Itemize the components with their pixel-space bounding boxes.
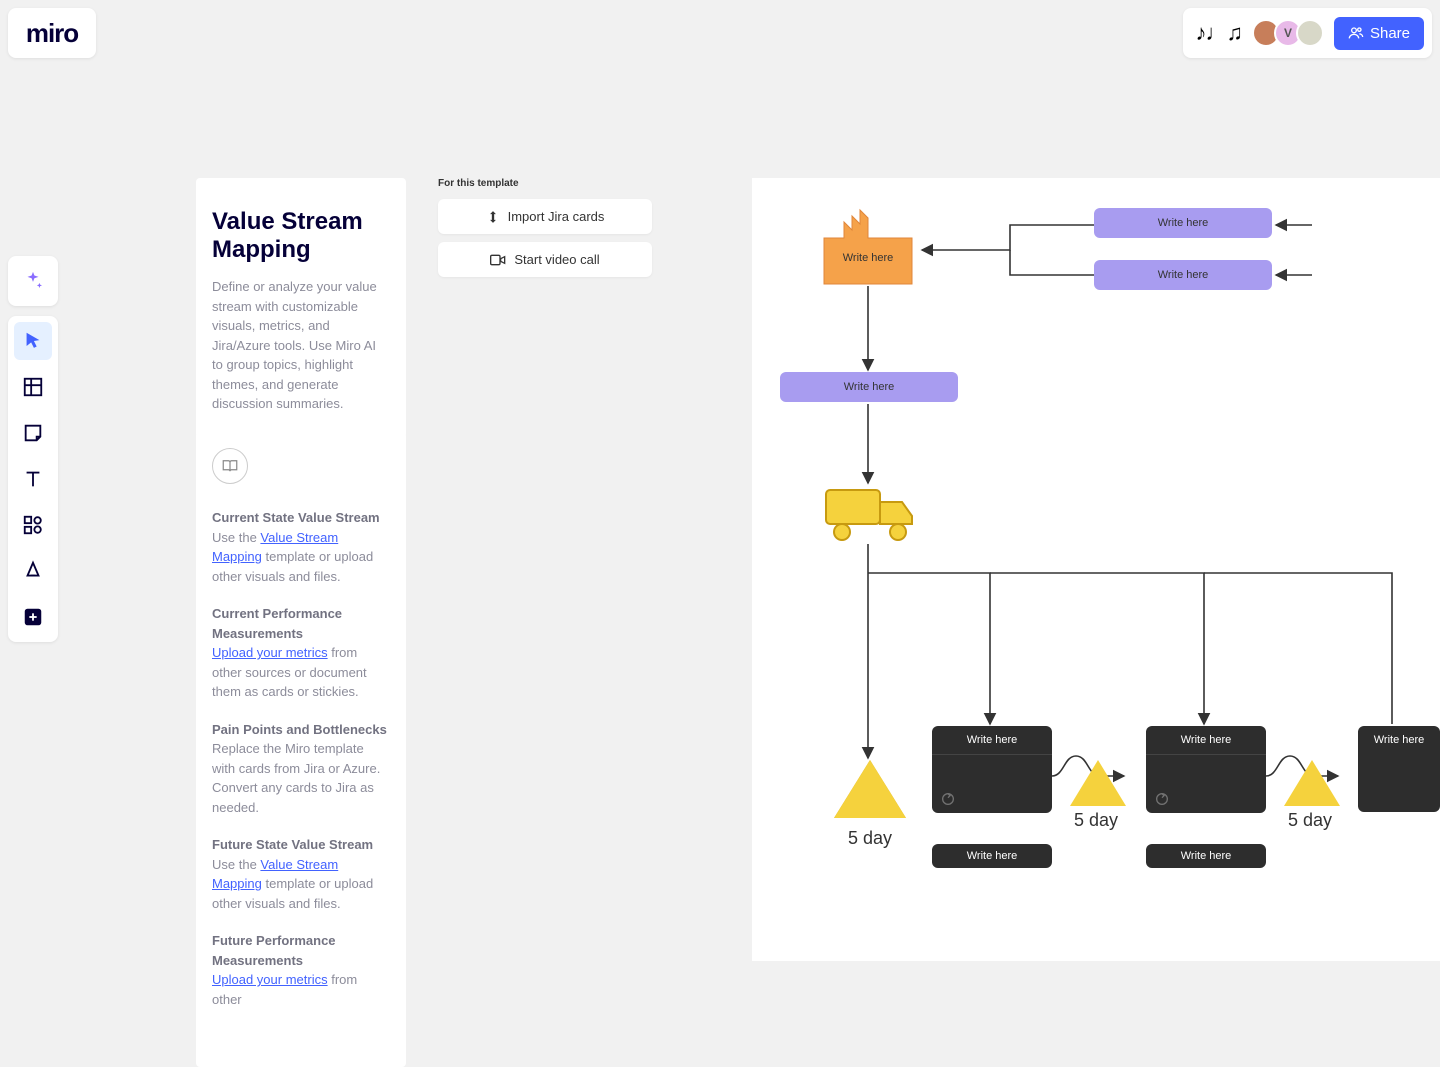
dark-node-sub[interactable]: Write here — [932, 844, 1052, 868]
logo[interactable]: miro — [8, 8, 96, 58]
guide-heading: Current State Value Stream — [212, 508, 390, 528]
cycle-icon — [940, 791, 956, 807]
guide-heading: Pain Points and Bottlenecks — [212, 720, 390, 740]
cycle-icon — [1154, 791, 1170, 807]
people-icon — [1348, 25, 1364, 41]
sticky-tool[interactable] — [14, 414, 52, 452]
guide-card: Current State Value Stream Use the Value… — [196, 432, 406, 1067]
logo-text: miro — [26, 18, 78, 49]
pen-tool[interactable] — [14, 552, 52, 590]
dark-node-sub[interactable]: Write here — [1146, 844, 1266, 868]
guide-link[interactable]: Upload your metrics — [212, 645, 328, 660]
dark-node[interactable]: Write here — [1358, 726, 1440, 812]
dark-node-title[interactable]: Write here — [1146, 726, 1266, 755]
template-actions: For this template Import Jira cards Star… — [438, 178, 652, 285]
purple-node[interactable]: Write here — [1094, 208, 1272, 238]
collaborator-avatars[interactable]: V — [1252, 19, 1324, 47]
video-icon — [490, 253, 506, 267]
ai-tool[interactable] — [14, 262, 52, 300]
guide-link[interactable]: Upload your metrics — [212, 972, 328, 987]
duration-label: 5 day — [848, 828, 892, 849]
truck-icon[interactable] — [824, 484, 916, 549]
purple-node[interactable]: Write here — [1094, 260, 1272, 290]
guide-section: Current Performance Measurements Upload … — [212, 604, 390, 702]
guide-heading: Current Performance Measurements — [212, 604, 390, 643]
guide-section: Pain Points and Bottlenecks Replace the … — [212, 720, 390, 818]
duration-label: 5 day — [1074, 810, 1118, 831]
shapes-tool[interactable] — [14, 506, 52, 544]
topbar-right: ♪♩♫ V Share — [1183, 8, 1432, 58]
share-button[interactable]: Share — [1334, 17, 1424, 50]
template-title: Value Stream Mapping — [212, 208, 390, 263]
diagram-area[interactable]: Write here Write here Write here Write h… — [752, 178, 1440, 961]
guide-section: Current State Value Stream Use the Value… — [212, 508, 390, 586]
purple-node[interactable]: Write here — [780, 372, 958, 402]
guide-heading: Future Performance Measurements — [212, 931, 390, 970]
dark-node-title[interactable]: Write here — [1358, 726, 1440, 754]
jira-icon — [486, 210, 500, 224]
dark-node[interactable]: Write here — [932, 726, 1052, 813]
title-card: Value Stream Mapping Define or analyze y… — [196, 178, 406, 438]
import-jira-button[interactable]: Import Jira cards — [438, 199, 652, 234]
guide-heading: Future State Value Stream — [212, 835, 390, 855]
avatar[interactable] — [1296, 19, 1324, 47]
template-actions-label: For this template — [438, 178, 652, 189]
triangle-node[interactable] — [1070, 760, 1126, 806]
frame-tool[interactable] — [14, 368, 52, 406]
guide-section: Future Performance Measurements Upload y… — [212, 931, 390, 1009]
text-tool[interactable] — [14, 460, 52, 498]
template-desc: Define or analyze your value stream with… — [212, 277, 390, 414]
book-icon — [212, 448, 248, 484]
start-video-button[interactable]: Start video call — [438, 242, 652, 277]
dark-node[interactable]: Write here — [1146, 726, 1266, 813]
select-tool[interactable] — [14, 322, 52, 360]
triangle-node[interactable] — [1284, 760, 1340, 806]
toolbar — [8, 256, 58, 642]
guide-section: Future State Value Stream Use the Value … — [212, 835, 390, 913]
reactions-icon[interactable]: ♪♩♫ — [1195, 20, 1242, 46]
factory-label[interactable]: Write here — [822, 252, 914, 264]
more-tool[interactable] — [14, 598, 52, 636]
duration-label: 5 day — [1288, 810, 1332, 831]
canvas[interactable]: Value Stream Mapping Define or analyze y… — [0, 0, 1440, 961]
triangle-node[interactable] — [834, 760, 906, 818]
dark-node-title[interactable]: Write here — [932, 726, 1052, 755]
factory-node[interactable]: Write here — [822, 208, 914, 291]
